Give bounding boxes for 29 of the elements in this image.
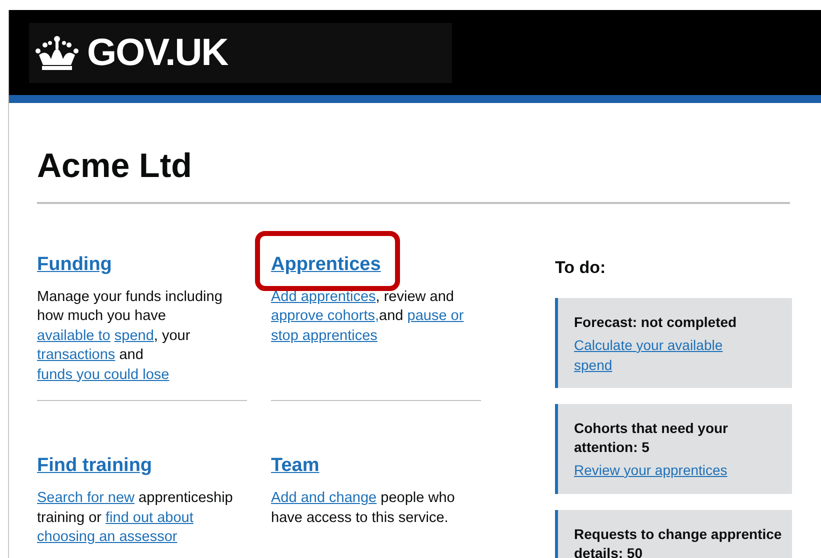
text-link[interactable]: Add apprentices	[271, 288, 376, 304]
text-link[interactable]: choosing an assessor	[37, 529, 178, 546]
section-description: Add and change people who have access to this service.	[271, 489, 456, 528]
text-link[interactable]: transactions	[37, 347, 116, 363]
gov-uk-logo[interactable]: GOV.UK	[87, 34, 228, 72]
text-link[interactable]: approve cohorts,	[271, 308, 380, 324]
section-heading-link[interactable]: Apprentices	[271, 254, 381, 274]
text-link[interactable]: find out about	[106, 510, 194, 526]
crown-icon	[35, 34, 79, 70]
section-heading-link[interactable]: Team	[271, 455, 320, 476]
todo-title: Requests to change apprentice details: 50	[574, 524, 783, 558]
todo-title: Forecast: not completed	[574, 313, 738, 332]
section-heading-link[interactable]: Find training	[37, 455, 152, 476]
todo-link[interactable]: Calculate your available spend	[574, 336, 744, 375]
text-link[interactable]: pause or	[407, 308, 464, 324]
section-heading-link[interactable]: Funding	[37, 254, 112, 274]
section-description: Add apprentices, review and approve cohorts,and pause or stop apprentices	[271, 288, 465, 346]
section-description: Search for new apprenticeship training or find out about choosing an assessor	[37, 489, 234, 548]
todo-link[interactable]: Review your apprentices	[574, 461, 744, 480]
section-description: Manage your funds including how much you have available to spend, your transactions and funds you could lose	[37, 288, 224, 384]
text-link[interactable]: Add and change	[271, 490, 377, 506]
todo-title: Cohorts that need your attention: 5	[574, 419, 730, 457]
page-title: Acme Ltd	[37, 145, 790, 204]
todo-heading: To do:	[555, 256, 607, 278]
text-link[interactable]: stop apprentices	[271, 328, 378, 344]
text-link[interactable]: spend	[114, 328, 154, 344]
text-link[interactable]: Search for new	[37, 490, 135, 506]
text-link[interactable]: funds you could lose	[37, 366, 170, 382]
text-link[interactable]: available to	[37, 328, 110, 344]
